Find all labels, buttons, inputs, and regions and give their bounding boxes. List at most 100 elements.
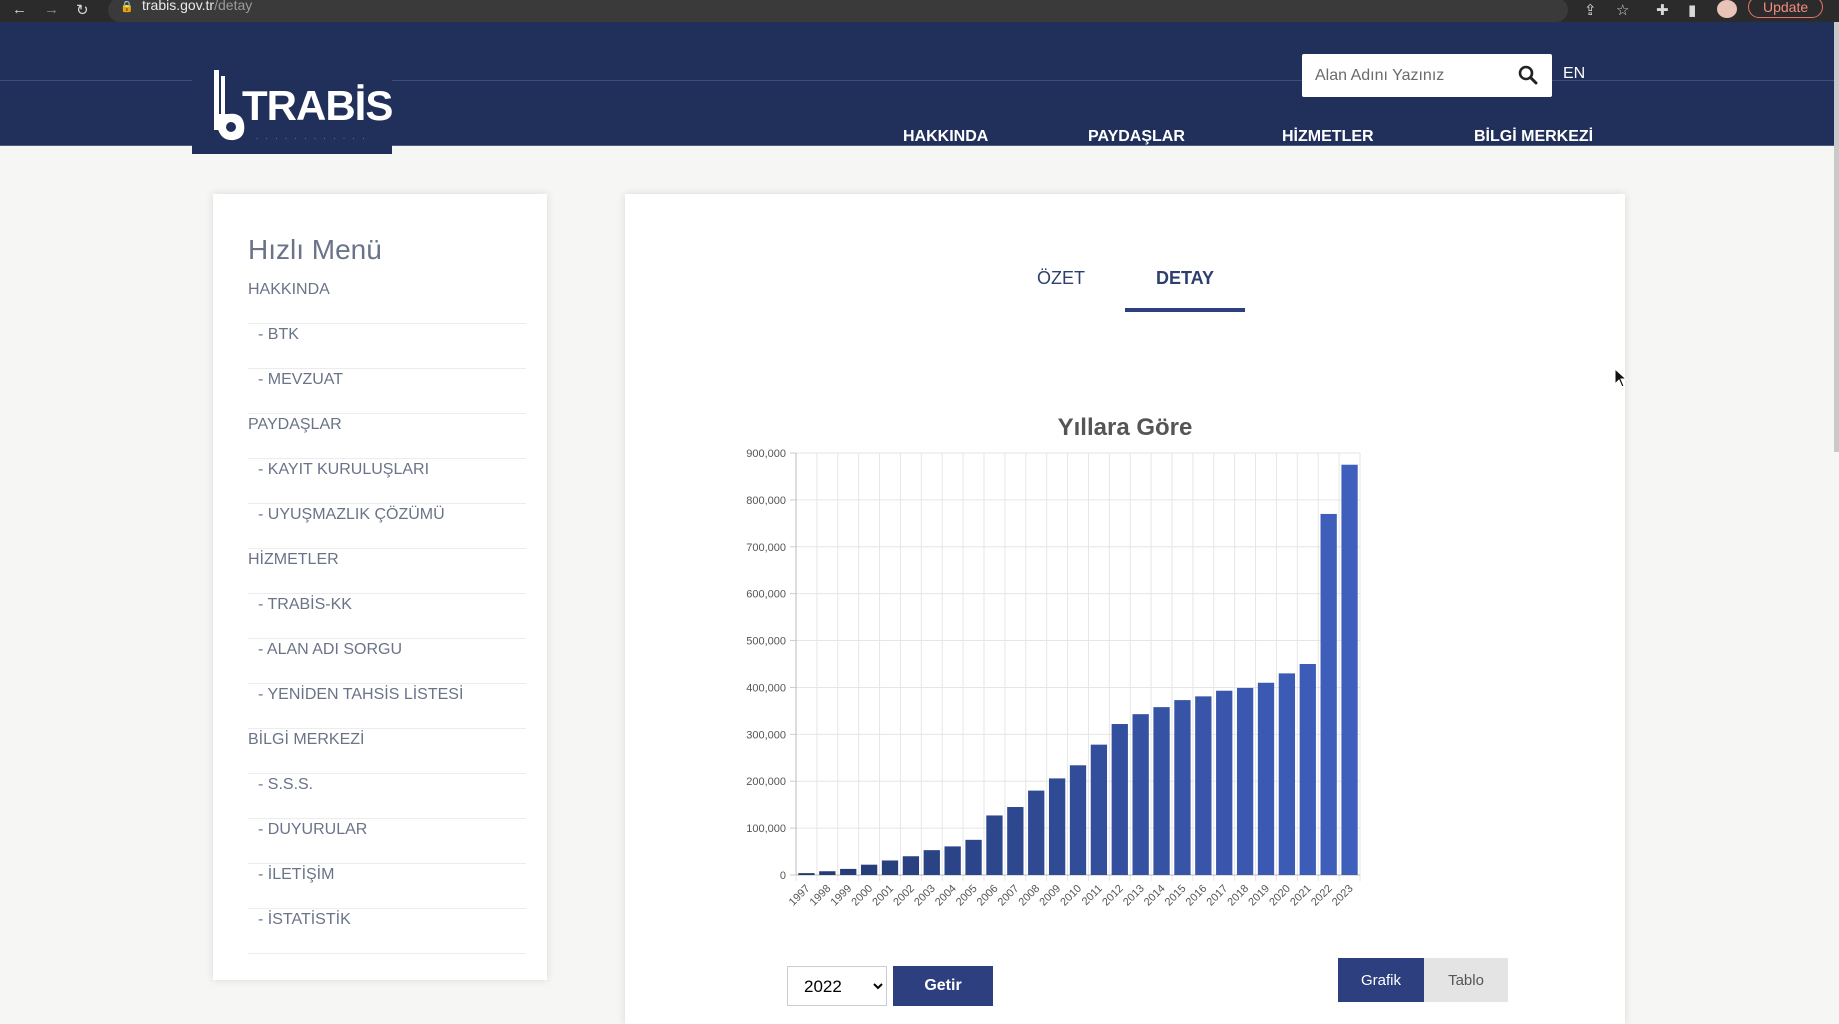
bar-2011[interactable] (1090, 744, 1108, 875)
back-icon[interactable]: ← (12, 1, 27, 18)
getir-button[interactable]: Getir (893, 966, 993, 1006)
tablo-view-button[interactable]: Tablo (1424, 958, 1508, 1002)
extensions-icon[interactable]: ✚ (1656, 1, 1669, 19)
x-tick-label: 2010 (1058, 883, 1084, 909)
sidepanel-icon[interactable]: ▮ (1688, 1, 1696, 19)
x-tick-label: 2019 (1246, 883, 1272, 909)
grafik-view-button[interactable]: Grafik (1338, 958, 1424, 1002)
sidebar-subitem[interactable]: - DUYURULAR (248, 820, 526, 864)
bar-2019[interactable] (1257, 682, 1275, 875)
bar-2013[interactable] (1132, 714, 1149, 875)
bar-2020[interactable] (1278, 673, 1296, 875)
bar-2004[interactable] (944, 846, 961, 875)
nav-paydaslar[interactable]: PAYDAŞLAR (1088, 128, 1185, 146)
share-icon[interactable]: ⇪ (1584, 1, 1597, 19)
x-tick-label: 2014 (1142, 883, 1168, 909)
x-tick-label: 2009 (1037, 883, 1063, 909)
sidebar-section[interactable]: PAYDAŞLAR (248, 415, 526, 459)
bar-2005[interactable] (965, 839, 982, 875)
bar-2021[interactable] (1299, 664, 1316, 875)
nav-hizmetler[interactable]: HİZMETLER (1282, 128, 1374, 146)
x-tick-label: 1998 (808, 883, 834, 909)
bar-2003[interactable] (923, 850, 940, 875)
x-tick-label: 2022 (1309, 883, 1335, 909)
bar-2018[interactable] (1236, 687, 1254, 875)
bar-2008[interactable] (1028, 790, 1045, 875)
nav-bilgi-merkezi[interactable]: BİLGİ MERKEZİ (1474, 128, 1593, 146)
logo-text: TRABİS (242, 82, 393, 129)
x-tick-label: 2011 (1080, 883, 1105, 908)
lock-icon: 🔒 (120, 1, 134, 13)
x-tick-label: 2006 (975, 883, 1001, 909)
bar-2012[interactable] (1111, 724, 1128, 875)
nav-hakkinda[interactable]: HAKKINDA (903, 128, 988, 146)
y-tick-label: 400,000 (746, 682, 786, 694)
url-path: /detay (214, 0, 253, 13)
sidebar-subitem[interactable]: - YENİDEN TAHSİS LİSTESİ (248, 685, 526, 729)
sidebar-subitem[interactable]: - İLETİŞİM (248, 865, 526, 909)
page-scrollbar[interactable] (1834, 22, 1839, 452)
site-header: TRABİS · · · · · · · · · · · · EN HAKKIN… (0, 22, 1839, 154)
search-icon[interactable] (1518, 65, 1538, 85)
x-tick-label: 2023 (1330, 883, 1356, 909)
x-tick-label: 2015 (1163, 883, 1189, 909)
mouse-cursor-icon (1614, 368, 1628, 388)
x-tick-label: 2018 (1225, 883, 1251, 909)
bar-2002[interactable] (902, 856, 920, 875)
y-tick-label: 600,000 (746, 589, 786, 601)
bar-2007[interactable] (1007, 807, 1024, 875)
sidebar-subitem[interactable]: - S.S.S. (248, 775, 526, 819)
logo-mark-icon (214, 70, 245, 141)
sidebar-subitem[interactable]: - İSTATİSTİK (248, 910, 526, 954)
bar-2009[interactable] (1048, 778, 1066, 875)
sidebar-subitem[interactable]: - TRABİS-KK (248, 595, 526, 639)
reload-icon[interactable]: ↻ (76, 1, 89, 19)
sidebar-section[interactable]: HİZMETLER (248, 550, 526, 594)
x-tick-label: 2008 (1017, 883, 1043, 909)
domain-search-input[interactable] (1302, 54, 1552, 97)
sidebar-subitem[interactable]: - BTK (248, 325, 526, 369)
star-icon[interactable]: ☆ (1616, 1, 1629, 19)
x-tick-label: 2000 (849, 883, 875, 909)
sidebar-subitem[interactable]: - KAYIT KURULUŞLARI (248, 460, 526, 504)
bar-2010[interactable] (1069, 765, 1087, 875)
profile-avatar[interactable] (1717, 0, 1737, 18)
sidebar-section[interactable]: HAKKINDA (248, 280, 526, 324)
bar-chart: 0 100,000 200,000 300,000 400,000 500,000 600,… (746, 448, 1361, 909)
trabis-logo[interactable]: TRABİS · · · · · · · · · · · · (192, 44, 393, 154)
y-tick-label: 700,000 (746, 542, 786, 554)
year-select[interactable]: 2022 (787, 966, 887, 1006)
x-tick-label: 2007 (996, 883, 1022, 909)
url-host: trabis.gov.tr (142, 0, 215, 13)
sidebar-subitem[interactable]: - MEVZUAT (248, 370, 526, 414)
bar-2006[interactable] (986, 815, 1003, 875)
bar-2022[interactable] (1320, 513, 1337, 875)
y-tick-label: 300,000 (746, 729, 786, 741)
bar-2017[interactable] (1216, 690, 1233, 875)
sidebar-subitem[interactable]: - UYUŞMAZLIK ÇÖZÜMÜ (248, 505, 526, 549)
bar-2023[interactable] (1341, 464, 1358, 875)
x-tick-label: 2020 (1267, 883, 1293, 909)
language-switch-en[interactable]: EN (1563, 65, 1585, 83)
bar-2000[interactable] (860, 864, 878, 875)
bar-1997[interactable] (798, 873, 815, 875)
bar-1999[interactable] (840, 868, 857, 875)
address-bar[interactable]: 🔒 trabis.gov.tr/detay (108, 0, 1568, 22)
x-tick-label: 2013 (1121, 883, 1147, 909)
bar-2016[interactable] (1195, 696, 1212, 875)
update-button[interactable]: Update (1748, 0, 1824, 18)
x-tick-label: 2016 (1184, 883, 1210, 909)
x-tick-label: 2002 (891, 883, 917, 909)
x-tick-label: 2012 (1100, 883, 1126, 909)
sidebar-subitem[interactable]: - ALAN ADI SORGU (248, 640, 526, 684)
bar-2001[interactable] (881, 860, 899, 875)
y-tick-label: 500,000 (746, 636, 786, 648)
browser-toolbar: ← → ↻ 🔒 trabis.gov.tr/detay ⇪ ☆ ✚ ▮ Upda… (0, 0, 1839, 22)
bar-2014[interactable] (1153, 707, 1170, 875)
x-tick-label: 2005 (954, 883, 980, 909)
sidebar-section[interactable]: BİLGİ MERKEZİ (248, 730, 526, 774)
bar-1998[interactable] (819, 871, 836, 875)
x-tick-label: 2004 (933, 883, 959, 909)
forward-icon[interactable]: → (44, 1, 59, 18)
bar-2015[interactable] (1174, 700, 1191, 875)
